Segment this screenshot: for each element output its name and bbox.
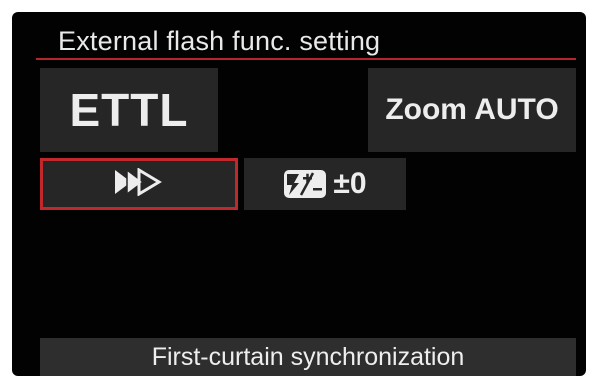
flash-exposure-compensation-icon [283,169,327,199]
page-title: External flash func. setting [58,26,381,56]
fec-value: ±0 [333,167,367,200]
camera-menu-screen: External flash func. setting ETTL Zoom A… [12,12,586,376]
zoom-label: Zoom AUTO [385,93,559,126]
status-text: First-curtain synchronization [151,342,465,371]
flash-mode-tile[interactable]: ETTL [40,68,218,152]
status-bar: First-curtain synchronization [40,338,576,376]
zoom-tile[interactable]: Zoom AUTO [368,68,576,152]
flash-mode-label: ETTL [69,84,189,136]
header: External flash func. setting [36,20,576,60]
first-curtain-sync-icon [113,166,165,201]
flash-exposure-comp-tile[interactable]: ±0 [244,158,406,210]
sync-mode-tile[interactable] [40,158,238,210]
